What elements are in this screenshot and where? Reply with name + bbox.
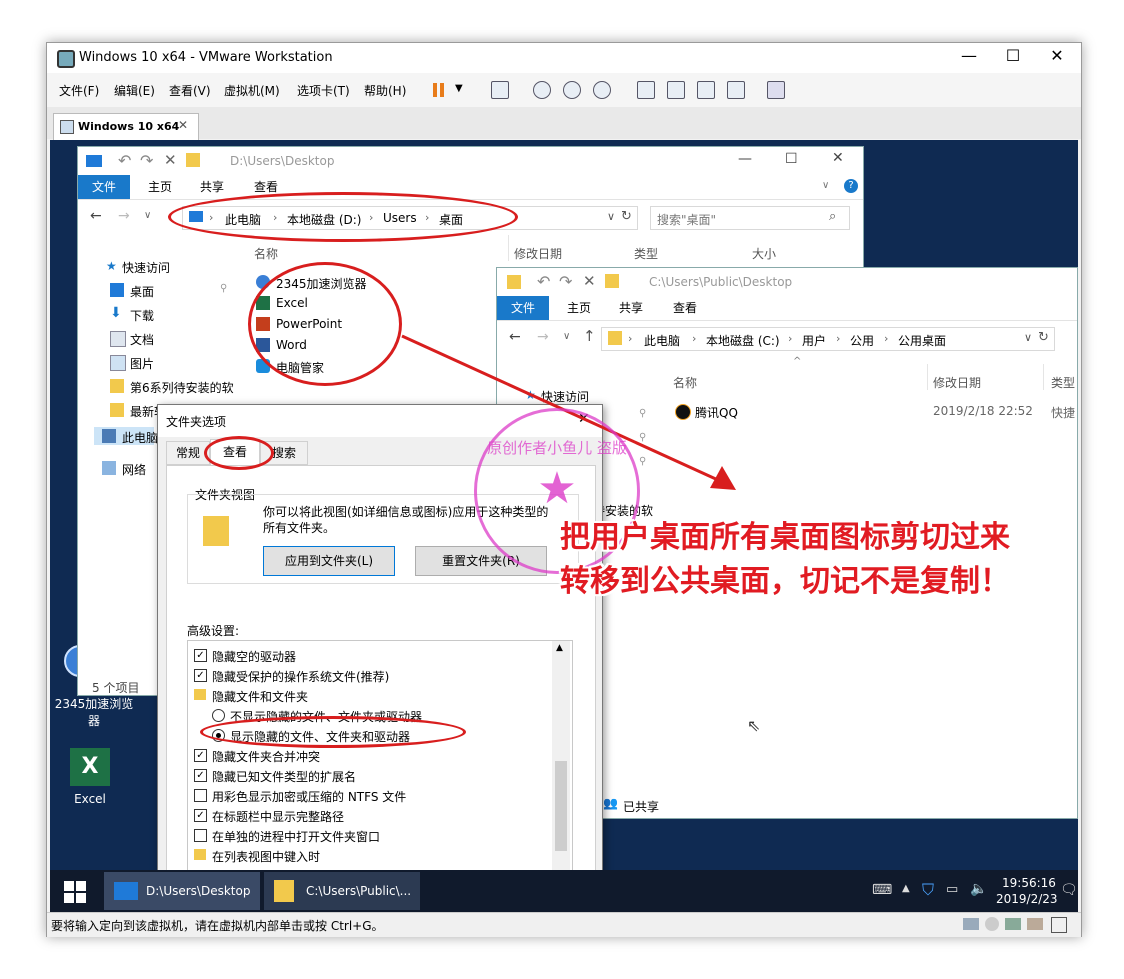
vm-title-bar: Windows 10 x64 - VMware Workstation — ☐ … (47, 43, 1081, 73)
console-icon[interactable] (767, 81, 785, 99)
vmware-logo-icon (57, 50, 75, 68)
close-icon[interactable]: ✕ (1037, 46, 1077, 65)
message-icon[interactable] (1051, 917, 1067, 933)
tab-close-icon[interactable]: ✕ (178, 118, 188, 132)
vm-tab-icon (60, 120, 74, 134)
console-view-icon[interactable] (667, 81, 685, 99)
maximize-icon[interactable]: ☐ (993, 46, 1033, 65)
annotation-text-line2: 转移到公共桌面，切记不是复制！ (560, 564, 1010, 599)
vm-menu-bar: 文件(F) 编辑(E) 查看(V) 虚拟机(M) 选项卡(T) 帮助(H) ▼ (47, 73, 1081, 108)
minimize-icon[interactable]: — (949, 46, 989, 65)
vm-status-bar: 要将输入定向到该虚拟机，请在虚拟机内部单击或按 Ctrl+G。 (47, 912, 1081, 937)
stamp-star-icon: ★ (537, 463, 577, 514)
fullscreen-icon[interactable] (697, 81, 715, 99)
menu-edit[interactable]: 编辑(E) (114, 82, 155, 99)
chevron-down-icon[interactable]: ▼ (455, 83, 463, 94)
guest-desktop[interactable]: 2345加速浏览器 X Excel ↶ ↷ ✕ D:\Users\Desktop… (50, 140, 1078, 916)
unity-icon[interactable] (727, 81, 745, 99)
menu-view[interactable]: 查看(V) (169, 82, 211, 99)
tab-windows10[interactable]: Windows 10 x64 ✕ (53, 113, 199, 140)
tab-label: Windows 10 x64 (78, 120, 180, 133)
menu-vm[interactable]: 虚拟机(M) (224, 82, 280, 99)
snapshot-icon[interactable] (533, 81, 551, 99)
usb-icon[interactable] (1027, 918, 1043, 930)
library-icon[interactable] (637, 81, 655, 99)
menu-file[interactable]: 文件(F) (59, 82, 99, 99)
pause-icon[interactable] (433, 83, 437, 97)
watermark-text: 原创作者小鱼儿 盗版 (487, 439, 627, 457)
network-adapter-icon[interactable] (1005, 918, 1021, 930)
pause-icon-bar (440, 83, 444, 97)
vm-tab-row: Windows 10 x64 ✕ (47, 107, 1081, 140)
window-controls: — ☐ ✕ (949, 43, 1081, 73)
menu-tabs[interactable]: 选项卡(T) (297, 82, 350, 99)
vm-status-text: 要将输入定向到该虚拟机，请在虚拟机内部单击或按 Ctrl+G。 (51, 919, 384, 933)
vm-window-title: Windows 10 x64 - VMware Workstation (79, 50, 333, 65)
snapshot-manager-icon[interactable] (593, 81, 611, 99)
cd-drive-icon[interactable] (985, 917, 999, 931)
annotation-text-line1: 把用户桌面所有桌面图标剪切过来 (560, 520, 1010, 555)
menu-help[interactable]: 帮助(H) (364, 82, 406, 99)
revert-snapshot-icon[interactable] (563, 81, 581, 99)
vmware-window: Windows 10 x64 - VMware Workstation — ☐ … (46, 42, 1082, 937)
send-keys-icon[interactable] (491, 81, 509, 99)
hard-disk-icon[interactable] (963, 918, 979, 930)
